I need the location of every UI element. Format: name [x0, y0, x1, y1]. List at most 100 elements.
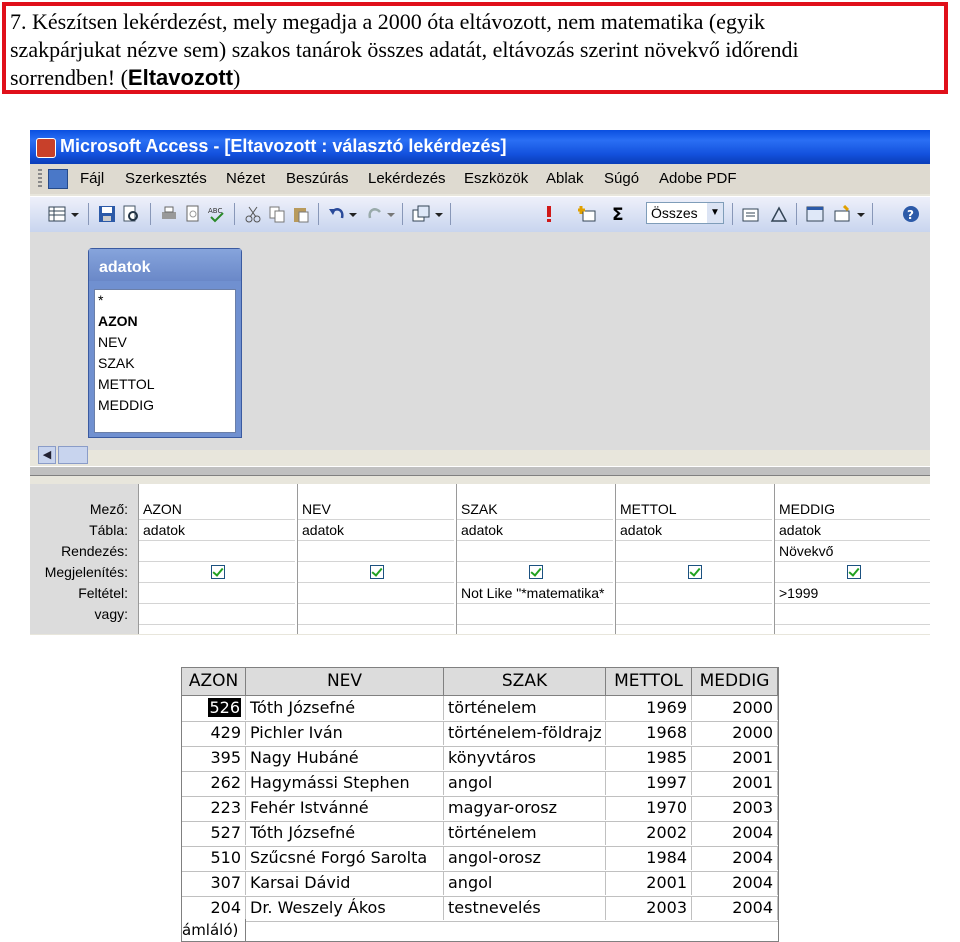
field-list-adatok[interactable]: adatok * AZON NEV SZAK METTOL MEDDIG [88, 248, 242, 438]
grid-sort-cell[interactable] [139, 541, 295, 562]
table-cell[interactable]: 223 [182, 796, 246, 820]
menu-query[interactable]: Lekérdezés [368, 170, 446, 187]
table-cell[interactable]: 1970 [606, 796, 692, 820]
table-cell[interactable]: 1969 [606, 696, 692, 720]
table-cell[interactable]: történelem [444, 696, 606, 720]
table-cell[interactable]: Fehér Istvánné [246, 796, 444, 820]
new-object-icon[interactable] [834, 205, 852, 223]
grid-field-cell[interactable]: NEV [298, 499, 454, 520]
show-checkbox[interactable] [529, 565, 543, 579]
undo-icon[interactable] [328, 205, 346, 223]
scroll-thumb[interactable] [58, 446, 88, 464]
copy-icon[interactable] [268, 205, 286, 223]
table-cell[interactable]: magyar-orosz [444, 796, 606, 820]
table-row[interactable]: 526 Tóth Józsefné történelem 1969 2000 [182, 696, 778, 722]
show-checkbox[interactable] [847, 565, 861, 579]
grid-table-cell[interactable]: adatok [139, 520, 295, 541]
table-cell[interactable]: 395 [182, 746, 246, 770]
grid-field-cell[interactable]: METTOL [616, 499, 772, 520]
result-header-szak[interactable]: SZAK [444, 668, 606, 695]
database-window-icon[interactable] [806, 205, 824, 223]
table-cell[interactable]: 2004 [692, 871, 778, 895]
table-cell[interactable]: 527 [182, 821, 246, 845]
grid-criteria-cell[interactable]: Not Like "*matematika* [457, 583, 613, 604]
table-cell[interactable]: 429 [182, 721, 246, 745]
save-icon[interactable] [98, 205, 116, 223]
grid-table-cell[interactable]: adatok [457, 520, 613, 541]
menu-help[interactable]: Súgó [604, 170, 639, 187]
table-row[interactable]: 204 Dr. Weszely Ákos testnevelés 2003 2004 [182, 896, 778, 922]
table-cell[interactable]: Nagy Hubáné [246, 746, 444, 770]
pane-splitter[interactable] [30, 466, 930, 476]
menu-tools[interactable]: Eszközök [464, 170, 528, 187]
table-cell[interactable]: történelem-földrajz [444, 721, 606, 745]
chevron-down-icon[interactable] [386, 205, 396, 223]
table-cell[interactable]: Szűcsné Forgó Sarolta [246, 846, 444, 870]
result-header-mettol[interactable]: METTOL [606, 668, 692, 695]
table-cell[interactable]: 2000 [692, 696, 778, 720]
result-header-nev[interactable]: NEV [246, 668, 444, 695]
grid-criteria-cell[interactable] [139, 583, 295, 604]
properties-icon[interactable] [742, 205, 760, 223]
table-cell[interactable]: 510 [182, 846, 246, 870]
menu-grip-icon[interactable] [38, 169, 42, 189]
table-cell[interactable]: Tóth Józsefné [246, 821, 444, 845]
grid-field-cell[interactable]: AZON [139, 499, 295, 520]
table-cell[interactable]: 2004 [692, 821, 778, 845]
scroll-left-icon[interactable]: ◀ [38, 446, 56, 464]
table-cell[interactable]: 2003 [692, 796, 778, 820]
field-nev[interactable]: NEV [95, 332, 235, 353]
menu-adobe-pdf[interactable]: Adobe PDF [659, 170, 737, 187]
table-cell[interactable]: Hagymássi Stephen [246, 771, 444, 795]
grid-field-cell[interactable]: SZAK [457, 499, 613, 520]
table-cell[interactable]: testnevelés [444, 896, 606, 920]
field-szak[interactable]: SZAK [95, 353, 235, 374]
table-cell[interactable]: angol-orosz [444, 846, 606, 870]
build-icon[interactable] [770, 205, 788, 223]
table-cell[interactable]: Pichler Iván [246, 721, 444, 745]
grid-or-cell[interactable] [139, 604, 295, 625]
grid-field-cell[interactable]: MEDDIG [775, 499, 930, 520]
grid-or-cell[interactable] [616, 604, 772, 625]
table-cell[interactable]: 2001 [692, 746, 778, 770]
table-cell[interactable]: 526 [182, 696, 246, 720]
table-cell[interactable]: Dr. Weszely Ákos [246, 896, 444, 920]
table-cell[interactable]: 2004 [692, 896, 778, 920]
table-cell[interactable]: 2000 [692, 721, 778, 745]
access-app-icon[interactable] [36, 138, 56, 158]
print-preview-icon[interactable] [122, 205, 140, 223]
table-row[interactable]: 510 Szűcsné Forgó Sarolta angol-orosz 1984 2… [182, 846, 778, 872]
field-meddig[interactable]: MEDDIG [95, 395, 235, 416]
table-cell[interactable]: 1985 [606, 746, 692, 770]
print-preview-page-icon[interactable] [184, 205, 202, 223]
grid-criteria-cell[interactable]: >1999 [775, 583, 930, 604]
result-header-azon[interactable]: AZON [182, 668, 246, 695]
table-row[interactable]: 223 Fehér Istvánné magyar-orosz 1970 2003 [182, 796, 778, 822]
table-cell[interactable]: 2001 [606, 871, 692, 895]
table-cell[interactable]: 2003 [606, 896, 692, 920]
grid-sort-cell[interactable] [457, 541, 613, 562]
help-icon[interactable]: ? [902, 205, 920, 223]
grid-or-cell[interactable] [298, 604, 454, 625]
title-bar[interactable]: Microsoft Access - [Eltavozott : választ… [30, 130, 930, 164]
menu-insert[interactable]: Beszúrás [286, 170, 349, 187]
table-cell[interactable]: Tóth Józsefné [246, 696, 444, 720]
table-cell[interactable]: 1968 [606, 721, 692, 745]
cut-icon[interactable] [244, 205, 262, 223]
paste-icon[interactable] [292, 205, 310, 223]
grid-table-cell[interactable]: adatok [298, 520, 454, 541]
show-checkbox[interactable] [370, 565, 384, 579]
field-list-title[interactable]: adatok [89, 249, 241, 281]
query-type-icon[interactable] [412, 205, 430, 223]
redo-icon[interactable] [366, 205, 384, 223]
grid-table-cell[interactable]: adatok [775, 520, 930, 541]
table-cell[interactable]: 204 [182, 896, 246, 920]
grid-criteria-cell[interactable] [298, 583, 454, 604]
chevron-down-icon[interactable] [70, 205, 80, 223]
view-icon[interactable] [48, 205, 66, 223]
table-cell[interactable]: angol [444, 771, 606, 795]
grid-or-cell[interactable] [457, 604, 613, 625]
grid-sort-cell[interactable] [298, 541, 454, 562]
table-cell[interactable]: Karsai Dávid [246, 871, 444, 895]
table-cell[interactable]: 2002 [606, 821, 692, 845]
